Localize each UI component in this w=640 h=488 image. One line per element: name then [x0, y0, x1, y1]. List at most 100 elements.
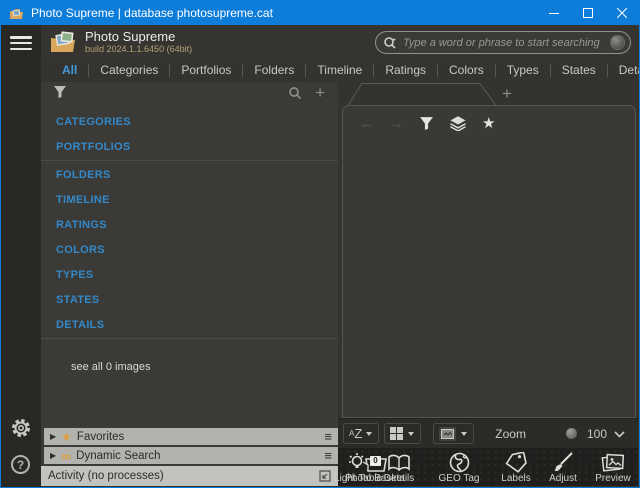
- labels-label: Labels: [501, 473, 530, 485]
- dynamic-search-label: Dynamic Search: [76, 450, 324, 462]
- activity-bar[interactable]: Activity (no processes): [41, 466, 338, 486]
- favorites-panel-header[interactable]: ▶ ★ Favorites ≡: [44, 428, 338, 445]
- tag-icon: [505, 451, 527, 473]
- app-name: Photo Supreme: [85, 30, 192, 44]
- new-tab-icon[interactable]: +: [502, 84, 512, 104]
- app-icon: [9, 7, 24, 20]
- collection-nav-row: ← → ★: [343, 106, 635, 132]
- image-collection-panel: ← → ★: [342, 105, 636, 418]
- chevron-down-icon: [460, 431, 468, 437]
- collection-tab[interactable]: [344, 82, 504, 106]
- sidebar-link-colors[interactable]: COLORS: [41, 238, 338, 263]
- title-bar: Photo Supreme | database photosupreme.ca…: [1, 1, 639, 25]
- sidebar: + CATEGORIES PORTFOLIOS FOLDERS TIMELINE…: [41, 82, 338, 486]
- thumbnail-style-icon: [439, 427, 456, 441]
- details-button[interactable]: Details: [382, 451, 416, 485]
- tab-folders[interactable]: Folders: [242, 64, 305, 77]
- sidebar-toolbar: +: [41, 82, 338, 104]
- sidebar-link-types[interactable]: TYPES: [41, 263, 338, 288]
- preview-label: Preview: [595, 473, 631, 485]
- sidebar-link-portfolios[interactable]: PORTFOLIOS: [41, 135, 338, 161]
- main-area: + ← → ★ AZ: [338, 82, 638, 486]
- back-icon[interactable]: ←: [359, 115, 374, 132]
- action-bar: Light Table 0 Photo Basket: [338, 448, 638, 486]
- chevron-down-icon: [407, 431, 415, 437]
- favorites-menu-icon[interactable]: ≡: [324, 429, 332, 444]
- search-box[interactable]: [375, 31, 631, 54]
- chevron-down-icon: [365, 431, 373, 437]
- thumbnail-info-button[interactable]: [433, 423, 474, 444]
- dynamic-search-panel-header[interactable]: ▶ ∞ Dynamic Search ≡: [44, 447, 338, 464]
- photo-basket-count-badge: 0: [370, 456, 381, 466]
- search-input[interactable]: [403, 37, 610, 49]
- zoom-value[interactable]: 100: [587, 427, 607, 441]
- sidebar-links: CATEGORIES PORTFOLIOS FOLDERS TIMELINE R…: [41, 110, 338, 339]
- expand-arrow-icon[interactable]: ▶: [50, 432, 56, 441]
- zoom-slider-knob[interactable]: [566, 428, 577, 439]
- help-icon[interactable]: ?: [11, 455, 30, 474]
- tab-all[interactable]: All: [51, 64, 88, 77]
- tab-colors[interactable]: Colors: [437, 64, 495, 77]
- zoom-label: Zoom: [495, 427, 526, 441]
- tab-ratings[interactable]: Ratings: [373, 64, 437, 77]
- help-glyph: ?: [17, 458, 24, 472]
- search-icon[interactable]: [383, 36, 399, 50]
- tab-timeline[interactable]: Timeline: [305, 64, 373, 77]
- collection-star-icon[interactable]: ★: [482, 114, 495, 132]
- view-toolbar: AZ: [338, 418, 638, 448]
- globe-icon: [449, 451, 470, 473]
- collection-filter-icon[interactable]: [419, 116, 434, 131]
- window-title: Photo Supreme | database photosupreme.ca…: [31, 6, 537, 20]
- photo-supreme-logo: [49, 30, 77, 54]
- sort-button[interactable]: AZ: [343, 423, 379, 444]
- build-version: build 2024.1.1.6450 (64bit): [85, 44, 192, 55]
- header: Photo Supreme build 2024.1.1.6450 (64bit…: [41, 25, 639, 59]
- tab-details[interactable]: Details: [607, 64, 639, 77]
- open-book-icon: [387, 451, 411, 473]
- main-tab-bar: All Categories Portfolios Folders Timeli…: [41, 59, 639, 82]
- preview-photos-icon: [601, 451, 625, 473]
- sidebar-search-icon[interactable]: [288, 86, 302, 100]
- minimize-button[interactable]: [537, 1, 571, 25]
- search-options-sphere-icon[interactable]: [610, 35, 625, 50]
- adjust-label: Adjust: [549, 473, 577, 485]
- geo-tag-button[interactable]: GEO Tag: [429, 451, 489, 485]
- gear-icon[interactable]: [10, 417, 32, 439]
- photo-supreme-window: Photo Supreme | database photosupreme.ca…: [0, 0, 640, 488]
- tab-states[interactable]: States: [550, 64, 607, 77]
- favorites-star-icon: ★: [61, 430, 72, 444]
- layers-icon[interactable]: [449, 115, 467, 131]
- see-all-images-link[interactable]: see all 0 images: [41, 361, 338, 373]
- tab-portfolios[interactable]: Portfolios: [169, 64, 242, 77]
- sidebar-link-timeline[interactable]: TIMELINE: [41, 188, 338, 213]
- app-identity: Photo Supreme build 2024.1.1.6450 (64bit…: [85, 30, 192, 55]
- tab-types[interactable]: Types: [495, 64, 550, 77]
- grid-view-icon: [390, 427, 403, 440]
- sidebar-link-ratings[interactable]: RATINGS: [41, 213, 338, 238]
- sidebar-add-icon[interactable]: +: [315, 82, 325, 104]
- preview-button[interactable]: Preview: [583, 451, 640, 485]
- activity-popout-icon[interactable]: [319, 470, 331, 482]
- left-rail: ?: [1, 25, 41, 487]
- sidebar-link-details[interactable]: DETAILS: [41, 313, 338, 339]
- filter-icon[interactable]: [53, 85, 67, 99]
- expand-arrow-icon[interactable]: ▶: [50, 451, 56, 460]
- hamburger-menu-icon[interactable]: [10, 36, 32, 51]
- sidebar-link-folders[interactable]: FOLDERS: [41, 163, 338, 188]
- sort-z-glyph: Z: [354, 426, 362, 441]
- collection-tab-strip: +: [338, 82, 638, 106]
- sidebar-link-categories[interactable]: CATEGORIES: [41, 110, 338, 135]
- close-button[interactable]: [605, 1, 639, 25]
- maximize-button[interactable]: [571, 1, 605, 25]
- geo-tag-label: GEO Tag: [439, 473, 480, 485]
- zoom-chevron-down-icon[interactable]: [614, 431, 625, 438]
- thumbnail-view-button[interactable]: [384, 423, 421, 444]
- dynamic-search-icon: ∞: [61, 451, 71, 461]
- dynamic-search-menu-icon[interactable]: ≡: [324, 448, 332, 463]
- activity-label: Activity (no processes): [48, 470, 319, 482]
- forward-icon[interactable]: →: [389, 115, 404, 132]
- favorites-label: Favorites: [77, 431, 324, 443]
- details-label: Details: [384, 473, 415, 485]
- sidebar-link-states[interactable]: STATES: [41, 288, 338, 313]
- tab-categories[interactable]: Categories: [88, 64, 169, 77]
